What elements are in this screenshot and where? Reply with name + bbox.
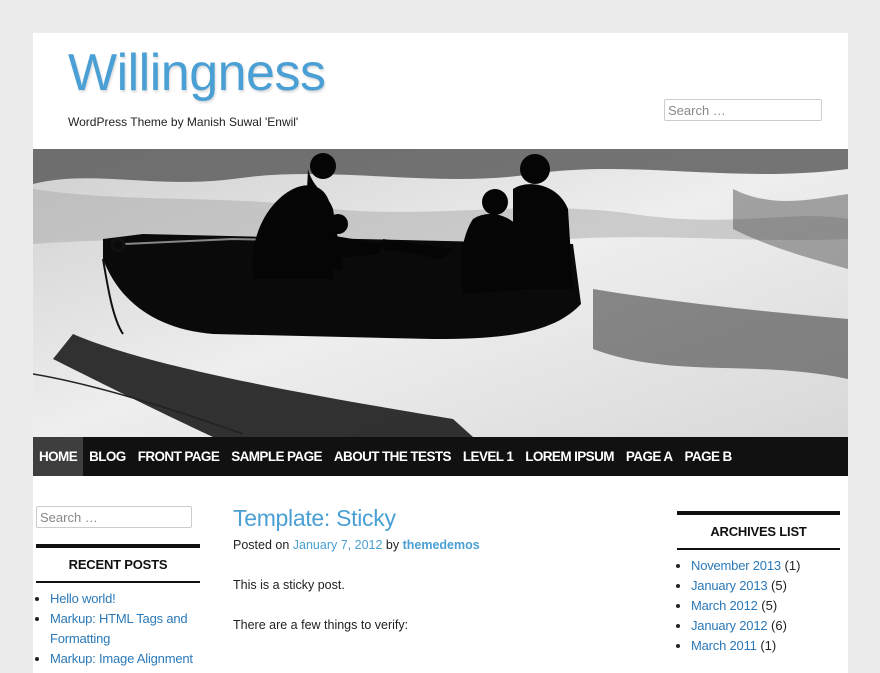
site-description: WordPress Theme by Manish Suwal 'Enwil' <box>68 115 299 129</box>
list-item: Markup: Image Alignment <box>50 649 200 669</box>
nav-item-lorem-ipsum[interactable]: LOREM IPSUM <box>519 437 620 476</box>
archive-count: (1) <box>784 558 801 573</box>
by-label: by <box>385 538 400 552</box>
right-sidebar: ARCHIVES LIST November 2013 (1) January … <box>677 511 840 656</box>
list-item: January 2012 (6) <box>691 616 840 636</box>
main-content: Template: Sticky Posted on January 7, 20… <box>233 505 653 632</box>
header-image <box>33 149 848 437</box>
post-body: This is a sticky post. There are a few t… <box>233 578 653 632</box>
list-item: March 2012 (5) <box>691 596 840 616</box>
list-item: Markup: HTML Tags and Formatting <box>50 609 200 649</box>
post-author-link[interactable]: themedemos <box>403 538 480 552</box>
main-navigation: HOME BLOG FRONT PAGE SAMPLE PAGE ABOUT T… <box>33 437 848 476</box>
nav-item-home[interactable]: HOME <box>33 437 84 476</box>
archive-count: (5) <box>771 578 787 593</box>
recent-post-link[interactable]: Hello world! <box>50 591 116 606</box>
site-title[interactable]: Willingness <box>68 43 326 103</box>
list-item: Hello world! <box>50 589 200 609</box>
nav-item-page-a[interactable]: PAGE A <box>620 437 679 476</box>
nav-item-sample-page[interactable]: SAMPLE PAGE <box>225 437 328 476</box>
nav-item-about-the-tests[interactable]: ABOUT THE TESTS <box>328 437 457 476</box>
left-sidebar: RECENT POSTS Hello world! Markup: HTML T… <box>36 506 200 669</box>
archive-count: (6) <box>771 618 787 633</box>
recent-posts-list: Hello world! Markup: HTML Tags and Forma… <box>36 589 200 669</box>
archive-link[interactable]: March 2012 <box>691 598 758 613</box>
recent-posts-title: RECENT POSTS <box>36 544 200 583</box>
page-container: Willingness WordPress Theme by Manish Su… <box>33 33 848 673</box>
post-meta: Posted on January 7, 2012 by themedemos <box>233 538 653 552</box>
list-item: January 2013 (5) <box>691 576 840 596</box>
boat-silhouette-image <box>33 149 848 437</box>
nav-item-page-b[interactable]: PAGE B <box>679 437 738 476</box>
list-item: March 2011 (1) <box>691 636 840 656</box>
post: Template: Sticky Posted on January 7, 20… <box>233 505 653 632</box>
recent-post-link[interactable]: Markup: Image Alignment <box>50 651 193 666</box>
archives-list: November 2013 (1) January 2013 (5) March… <box>677 556 840 656</box>
nav-item-blog[interactable]: BLOG <box>83 437 132 476</box>
list-item: November 2013 (1) <box>691 556 840 576</box>
archive-link[interactable]: March 2011 <box>691 638 757 653</box>
post-paragraph: This is a sticky post. <box>233 578 345 592</box>
archives-title: ARCHIVES LIST <box>677 511 840 550</box>
recent-post-link[interactable]: Markup: HTML Tags and Formatting <box>50 611 188 646</box>
archive-count: (1) <box>760 638 777 653</box>
archive-count: (5) <box>761 598 778 613</box>
posted-on-label: Posted on <box>233 538 290 552</box>
post-title[interactable]: Template: Sticky <box>233 505 653 532</box>
sidebar-search-input[interactable] <box>36 506 192 528</box>
archive-link[interactable]: January 2012 <box>691 618 768 633</box>
archive-link[interactable]: November 2013 <box>691 558 781 573</box>
archive-link[interactable]: January 2013 <box>691 578 768 593</box>
nav-item-level-1[interactable]: LEVEL 1 <box>457 437 519 476</box>
post-paragraph: There are a few things to verify: <box>233 618 409 632</box>
post-date-link[interactable]: January 7, 2012 <box>293 538 383 552</box>
nav-item-front-page[interactable]: FRONT PAGE <box>132 437 226 476</box>
header-search-input[interactable] <box>664 99 822 121</box>
